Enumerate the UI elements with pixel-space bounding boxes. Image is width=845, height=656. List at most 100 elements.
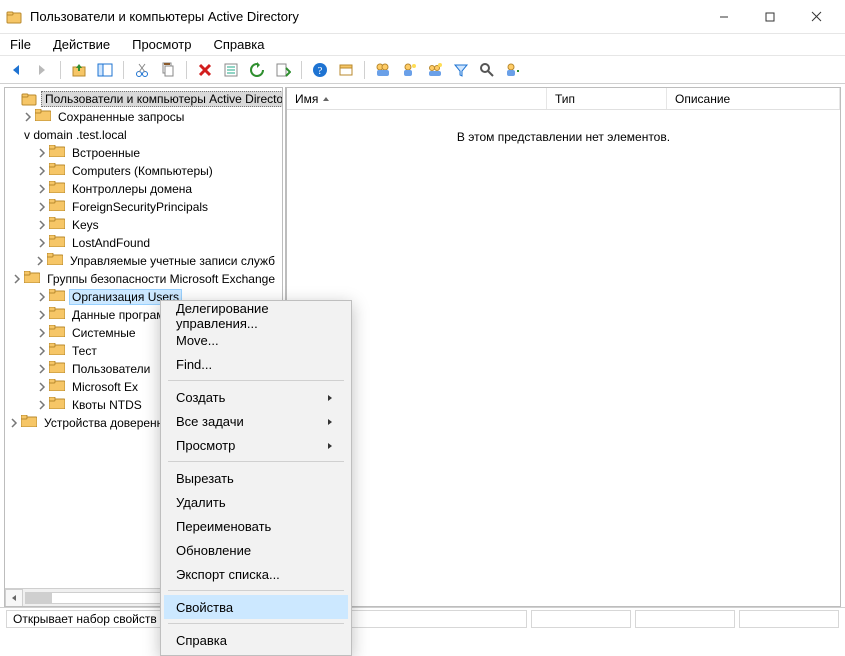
tree-item[interactable]: Встроенные xyxy=(7,144,282,162)
new-user-icon[interactable] xyxy=(399,60,419,80)
delete-icon[interactable] xyxy=(195,60,215,80)
tree-expander-icon[interactable] xyxy=(35,362,49,376)
refresh-icon[interactable] xyxy=(247,60,267,80)
context-menu-item[interactable]: Find... xyxy=(164,352,348,376)
context-menu-item[interactable]: Обновление xyxy=(164,538,348,562)
tree-expander-icon[interactable] xyxy=(21,110,35,124)
tree-item-label: Сохраненные запросы xyxy=(55,110,187,124)
tree-item[interactable]: v domain .test.local xyxy=(7,126,282,144)
tree-expander-icon[interactable] xyxy=(33,254,47,268)
properties-icon[interactable] xyxy=(221,60,241,80)
column-type[interactable]: Тип xyxy=(547,88,667,109)
context-menu-item-label: Свойства xyxy=(176,600,233,615)
tree-expander-icon[interactable] xyxy=(35,236,49,250)
toolbar-separator xyxy=(123,61,124,79)
maximize-button[interactable] xyxy=(747,2,793,32)
context-menu-item[interactable]: Удалить xyxy=(164,490,348,514)
tree-item[interactable]: Пользователи и компьютеры Active Directo… xyxy=(7,90,282,108)
tree-expander-icon[interactable] xyxy=(35,146,49,160)
status-panel-4 xyxy=(739,610,839,628)
tree-item[interactable]: ForeignSecurityPrincipals xyxy=(7,198,282,216)
menu-view[interactable]: Просмотр xyxy=(128,35,195,54)
tree-expander-icon[interactable] xyxy=(35,218,49,232)
help-icon[interactable]: ? xyxy=(310,60,330,80)
tree-expander-icon[interactable] xyxy=(35,200,49,214)
tree-expander-icon[interactable] xyxy=(35,308,49,322)
tree-expander-icon[interactable] xyxy=(35,164,49,178)
forward-icon[interactable] xyxy=(32,60,52,80)
folder-icon xyxy=(47,253,63,269)
tree-item-label: Пользователи и компьютеры Active Directo… xyxy=(41,91,282,107)
tree-expander-icon[interactable] xyxy=(35,182,49,196)
tree-item-label: ForeignSecurityPrincipals xyxy=(69,200,211,214)
tree-item[interactable]: Управляемые учетные записи служб xyxy=(7,252,282,270)
menu-help[interactable]: Справка xyxy=(209,35,268,54)
tree-expander-icon[interactable] xyxy=(7,416,21,430)
context-menu-item[interactable]: Переименовать xyxy=(164,514,348,538)
scroll-left-icon[interactable] xyxy=(5,589,23,607)
tree-expander-icon[interactable] xyxy=(7,92,21,106)
close-button[interactable] xyxy=(793,2,839,32)
submenu-arrow-icon xyxy=(326,414,334,429)
column-name[interactable]: Имя xyxy=(287,88,547,109)
tree-expander-icon[interactable] xyxy=(7,128,21,142)
filter-icon[interactable] xyxy=(451,60,471,80)
tree-item-label: Computers (Компьютеры) xyxy=(69,164,216,178)
tree-expander-icon[interactable] xyxy=(35,344,49,358)
minimize-button[interactable] xyxy=(701,2,747,32)
container-icon[interactable] xyxy=(336,60,356,80)
tree-item-label: Контроллеры домена xyxy=(69,182,195,196)
tree-item[interactable]: Группы безопасности Microsoft Exchange xyxy=(7,270,282,288)
list-pane[interactable]: Имя Тип Описание В этом представлении не… xyxy=(286,87,841,607)
context-menu-item[interactable]: Создать xyxy=(164,385,348,409)
folder-icon xyxy=(49,145,65,161)
tree-expander-icon[interactable] xyxy=(35,290,49,304)
tree-item[interactable]: Сохраненные запросы xyxy=(7,108,282,126)
column-desc[interactable]: Описание xyxy=(667,88,840,109)
tree-expander-icon[interactable] xyxy=(35,398,49,412)
toolbar-separator xyxy=(301,61,302,79)
tree-item[interactable]: Контроллеры домена xyxy=(7,180,282,198)
context-menu-item[interactable]: Делегирование управления... xyxy=(164,304,348,328)
context-menu-item[interactable]: Все задачи xyxy=(164,409,348,433)
up-folder-icon[interactable] xyxy=(69,60,89,80)
new-group-icon[interactable] xyxy=(425,60,445,80)
export-list-icon[interactable] xyxy=(273,60,293,80)
folder-icon xyxy=(49,307,65,323)
menubar: File Действие Просмотр Справка xyxy=(0,34,845,56)
tree-item-label: Тест xyxy=(69,344,100,358)
context-menu-item[interactable]: Просмотр xyxy=(164,433,348,457)
statusbar: Открывает набор свойств xyxy=(0,607,845,629)
tree-expander-icon[interactable] xyxy=(35,380,49,394)
tree-item[interactable]: Computers (Компьютеры) xyxy=(7,162,282,180)
folder-icon xyxy=(49,343,65,359)
copy-icon[interactable] xyxy=(158,60,178,80)
folder-icon xyxy=(21,91,37,107)
context-menu-separator xyxy=(168,623,344,624)
context-menu-item[interactable]: Move... xyxy=(164,328,348,352)
find-users-icon[interactable] xyxy=(373,60,393,80)
tree-expander-icon[interactable] xyxy=(10,272,24,286)
find-icon[interactable] xyxy=(477,60,497,80)
folder-icon xyxy=(49,325,65,341)
tree-item-label: v domain .test.local xyxy=(21,128,130,142)
cut-icon[interactable] xyxy=(132,60,152,80)
show-hide-tree-icon[interactable] xyxy=(95,60,115,80)
context-menu-item[interactable]: Экспорт списка... xyxy=(164,562,348,586)
add-to-group-icon[interactable] xyxy=(503,60,523,80)
tree-item[interactable]: LostAndFound xyxy=(7,234,282,252)
menu-file[interactable]: File xyxy=(6,35,35,54)
submenu-arrow-icon xyxy=(326,390,334,405)
context-menu[interactable]: Делегирование управления...Move...Find..… xyxy=(160,300,352,656)
tree-item[interactable]: Keys xyxy=(7,216,282,234)
tree-expander-icon[interactable] xyxy=(35,326,49,340)
status-panel-3 xyxy=(635,610,735,628)
menu-action[interactable]: Действие xyxy=(49,35,114,54)
tree-item-label: Microsoft Ex xyxy=(69,380,141,394)
context-menu-item[interactable]: Вырезать xyxy=(164,466,348,490)
context-menu-item-label: Переименовать xyxy=(176,519,271,534)
status-text: Открывает набор свойств xyxy=(13,612,157,626)
back-icon[interactable] xyxy=(6,60,26,80)
context-menu-item[interactable]: Свойства xyxy=(164,595,348,619)
context-menu-item[interactable]: Справка xyxy=(164,628,348,652)
